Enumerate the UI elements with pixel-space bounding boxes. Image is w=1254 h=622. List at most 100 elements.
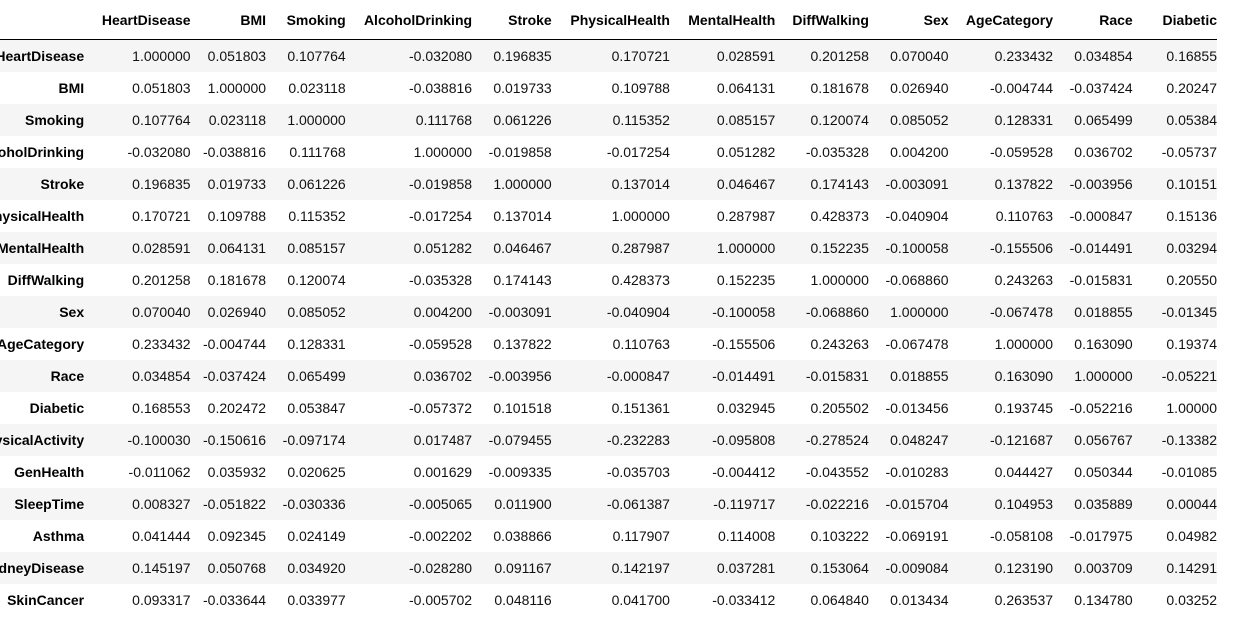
table-cell: 0.023118 <box>208 111 267 128</box>
table-cell: 0.048247 <box>890 431 949 448</box>
table-cell: 0.023118 <box>288 79 346 96</box>
table-cell: 0.035932 <box>207 463 267 480</box>
table-cell: 1.000000 <box>716 239 776 256</box>
table-cell: -0.05737 <box>1161 143 1217 160</box>
table-cell: -0.095808 <box>712 431 776 448</box>
table-cell: -0.003956 <box>488 367 552 384</box>
table-cell: -0.100030 <box>127 431 191 448</box>
table-cell: 0.151361 <box>611 399 670 416</box>
correlation-table: HeartDisease BMI Smoking AlcoholDrinking Str… <box>0 0 1217 616</box>
table-cell: -0.011062 <box>128 463 191 480</box>
table-cell: 0.128331 <box>994 111 1054 128</box>
table-cell: 1.000000 <box>810 271 869 288</box>
table-cell: 0.019733 <box>207 175 267 192</box>
table-cell: 0.111768 <box>415 111 473 128</box>
table-cell: 0.137822 <box>994 175 1054 192</box>
table-cell: -0.037424 <box>1069 79 1133 96</box>
table-cell: 1.000000 <box>413 143 473 160</box>
table-cell: -0.059528 <box>989 143 1054 160</box>
table-cell: 1.000000 <box>994 335 1054 352</box>
table-cell: -0.005702 <box>409 591 473 608</box>
row-label: GenHealth <box>14 463 85 480</box>
table-cell: -0.068860 <box>885 271 949 288</box>
table-cell: 0.028591 <box>132 239 191 256</box>
table-cell: 0.107764 <box>132 111 191 128</box>
column-header: Race <box>1053 0 1133 40</box>
table-cell: 0.085157 <box>716 111 776 128</box>
table-cell: 1.000000 <box>287 111 346 128</box>
table-cell: 0.041444 <box>132 527 191 544</box>
row-label: DiffWalking <box>7 271 85 288</box>
table-cell: -0.01345 <box>1161 303 1217 320</box>
row-label: Stroke <box>40 175 85 192</box>
table-row: Stroke 0.196835 0.019733 0.061226 -0.019858 1… <box>0 167 1217 200</box>
table-cell: 0.233432 <box>994 47 1054 64</box>
table-cell: 0.168553 <box>132 399 191 416</box>
table-cell: 0.065499 <box>287 367 346 384</box>
table-row: DiffWalking 0.201258 0.181678 0.120074 -0.03… <box>0 264 1217 296</box>
table-cell: 0.104953 <box>994 495 1054 512</box>
table-cell: 0.004200 <box>890 143 949 160</box>
table-row: AgeCategory 0.233432 -0.004744 0.128331 -0.0… <box>0 328 1217 360</box>
table-cell: -0.014491 <box>712 367 776 384</box>
table-cell: 0.035889 <box>1074 495 1133 512</box>
table-cell: -0.040904 <box>606 303 670 320</box>
table-cell: -0.068860 <box>805 303 869 320</box>
table-cell: 0.034920 <box>287 559 346 576</box>
table-cell: 0.201258 <box>132 271 191 288</box>
table-cell: 0.064840 <box>810 591 869 608</box>
table-cell: -0.030336 <box>282 495 346 512</box>
table-cell: 0.287987 <box>716 207 776 224</box>
table-row: SleepTime 0.008327 -0.051822 -0.030336 -0.00… <box>0 487 1217 520</box>
table-cell: 0.013434 <box>890 591 949 608</box>
table-cell: 0.00044 <box>1166 495 1217 512</box>
table-cell: 0.243263 <box>994 271 1054 288</box>
table-cell: 0.196835 <box>132 175 191 192</box>
table-cell: 0.163090 <box>994 367 1054 384</box>
table-cell: 0.085052 <box>890 111 949 128</box>
table-cell: 0.263537 <box>994 591 1054 608</box>
table-cell: 0.070040 <box>890 47 949 64</box>
table-cell: -0.028280 <box>409 559 473 576</box>
table-cell: 0.120074 <box>287 271 346 288</box>
table-cell: 0.050768 <box>207 559 267 576</box>
table-cell: 0.026940 <box>890 79 949 96</box>
table-cell: -0.079455 <box>488 431 552 448</box>
table-cell: -0.032080 <box>409 47 473 64</box>
table-row: KidneyDisease 0.145197 0.050768 0.034920 -0.… <box>0 551 1217 584</box>
table-cell: 1.000000 <box>207 79 267 96</box>
row-label: PhysicalActivity <box>0 431 85 448</box>
table-cell: 0.044427 <box>994 463 1054 480</box>
table-cell: 0.163090 <box>1074 335 1133 352</box>
table-row: Smoking 0.107764 0.023118 1.000000 0.111768 0… <box>0 103 1217 136</box>
table-cell: -0.003956 <box>1069 175 1133 192</box>
table-cell: 1.00000 <box>1166 399 1217 416</box>
column-header: Sex <box>868 0 949 40</box>
table-cell: 0.033977 <box>287 591 346 608</box>
table-cell: 0.070040 <box>132 303 191 320</box>
table-cell: 0.003709 <box>1074 559 1133 576</box>
table-cell: 0.205502 <box>810 399 869 416</box>
table-cell: -0.017975 <box>1069 527 1133 544</box>
table-cell: 0.064131 <box>207 239 267 256</box>
table-cell: 0.170721 <box>132 207 191 224</box>
table-cell: -0.033644 <box>203 591 267 608</box>
table-cell: 1.000000 <box>132 47 191 64</box>
row-label: Smoking <box>25 111 85 128</box>
header-row: HeartDisease BMI Smoking AlcoholDrinking Str… <box>0 0 1217 40</box>
table-cell: 0.085052 <box>287 303 346 320</box>
table-cell: -0.015831 <box>1069 271 1133 288</box>
table-cell: -0.059528 <box>409 335 473 352</box>
table-cell: 0.103222 <box>810 527 869 544</box>
table-cell: -0.015831 <box>805 367 869 384</box>
table-cell: 0.020625 <box>287 463 346 480</box>
column-header: PhysicalHealth <box>551 0 670 40</box>
table-cell: 0.028591 <box>716 47 776 64</box>
table-cell: -0.061387 <box>606 495 670 512</box>
table-cell: 0.053847 <box>287 399 346 416</box>
table-cell: 0.03294 <box>1166 239 1217 256</box>
row-label: Sex <box>59 303 85 320</box>
table-cell: 0.061226 <box>493 111 552 128</box>
table-cell: 0.011900 <box>494 495 552 512</box>
table-cell: 0.032945 <box>716 399 776 416</box>
